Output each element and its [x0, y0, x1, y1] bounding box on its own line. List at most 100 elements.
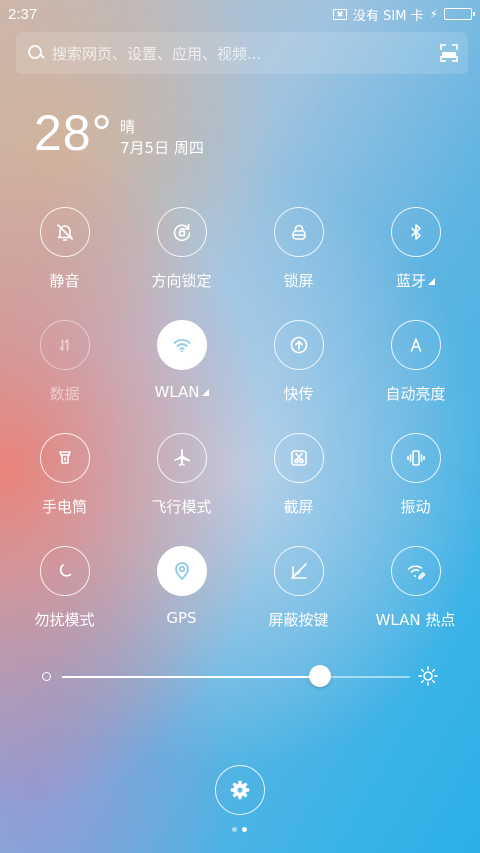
carrier-text: 没有 SIM 卡: [352, 8, 424, 24]
toggle-label: WLAN: [154, 383, 209, 401]
status-indicators: 没有 SIM 卡 ⚡: [332, 5, 475, 24]
toggle-label-text: 静音: [49, 272, 80, 290]
brightness-slider[interactable]: [62, 676, 410, 678]
toggle-label: 快传: [283, 383, 313, 404]
toggle-label-text: GPS: [166, 609, 197, 627]
page-indicator: [232, 827, 247, 832]
toggle-mobile-data: 数据: [6, 320, 123, 404]
moon-icon: [59, 564, 71, 577]
page-dot: [242, 827, 247, 832]
toggle-label: 方向锁定: [151, 270, 211, 291]
toggle-block-keys-button[interactable]: [273, 546, 324, 596]
toggle-label: GPS: [166, 609, 196, 627]
toggle-mobile-data-button: [39, 320, 90, 370]
gps-icon: [174, 562, 189, 580]
page-dot: [232, 827, 237, 832]
toggle-label-text: 截屏: [283, 498, 314, 516]
toggle-flashlight-button[interactable]: [39, 433, 90, 483]
toggle-label: 手电筒: [42, 496, 87, 517]
toggle-label: 飞行模式: [151, 496, 211, 517]
toggle-label-text: 锁屏: [283, 272, 314, 290]
charging-icon: ⚡: [429, 7, 438, 21]
toggle-moon[interactable]: 勿扰模式: [6, 546, 123, 630]
bluetooth-icon: [410, 224, 421, 240]
toggle-label: 振动: [400, 496, 430, 517]
toggle-label: 蓝牙: [396, 270, 435, 291]
toggle-auto-brightness[interactable]: 自动亮度: [357, 320, 474, 404]
toggle-label-text: WLAN: [154, 383, 200, 401]
toggle-lock-button[interactable]: [273, 207, 324, 257]
toggle-bell-off[interactable]: 静音: [6, 207, 123, 291]
toggle-block-keys[interactable]: 屏蔽按键: [240, 546, 357, 630]
toggle-lock[interactable]: 锁屏: [240, 207, 357, 291]
brightness-slider-thumb[interactable]: [308, 665, 331, 687]
toggle-label-text: 自动亮度: [385, 385, 446, 403]
rotation-lock-icon: [173, 223, 190, 242]
toggle-hotspot-button[interactable]: [390, 546, 441, 596]
toggle-label-text: 方向锁定: [151, 272, 212, 290]
toggle-moon-button[interactable]: [39, 546, 90, 596]
settings-button[interactable]: [215, 765, 265, 815]
toggle-label: 数据: [49, 383, 79, 404]
wifi-icon: [173, 339, 190, 352]
brightness-low-icon: [42, 672, 51, 681]
toggle-quick-transfer-button[interactable]: [273, 320, 324, 370]
toggle-label: 锁屏: [283, 270, 313, 291]
screenshot-icon: [290, 450, 307, 466]
toggle-screenshot[interactable]: 截屏: [240, 433, 357, 517]
toggle-airplane-button[interactable]: [156, 433, 207, 483]
vibrate-icon: [406, 450, 425, 466]
toggle-label-text: WLAN 热点: [375, 611, 456, 629]
weather-temperature[interactable]: 28°: [34, 104, 113, 162]
toggle-vibrate[interactable]: 振动: [357, 433, 474, 517]
toggle-flashlight[interactable]: 手电筒: [6, 433, 123, 517]
scan-icon[interactable]: [440, 44, 458, 62]
toggle-screenshot-button[interactable]: [273, 433, 324, 483]
search-bar[interactable]: 搜索网页、设置、应用、视频...: [16, 32, 468, 74]
brightness-slider-fill: [62, 676, 320, 678]
search-icon: [26, 43, 46, 63]
quick-transfer-icon: [290, 336, 307, 354]
toggle-bell-off-button[interactable]: [39, 207, 90, 257]
more-options-icon: [428, 278, 435, 285]
block-keys-icon: [290, 563, 307, 579]
toggle-label-text: 快传: [283, 385, 314, 403]
battery-icon: [444, 8, 475, 20]
toggle-label: 截屏: [283, 496, 313, 517]
mobile-data-icon: [59, 339, 68, 351]
toggle-rotation-lock-button[interactable]: [156, 207, 207, 257]
toggle-auto-brightness-button[interactable]: [390, 320, 441, 370]
lock-icon: [291, 224, 306, 240]
search-input[interactable]: 搜索网页、设置、应用、视频...: [52, 43, 440, 64]
toggle-label: WLAN 热点: [376, 609, 456, 630]
toggle-label-text: 屏蔽按键: [268, 611, 329, 629]
toggle-label-text: 蓝牙: [395, 272, 426, 290]
toggle-gps-button[interactable]: [156, 546, 207, 596]
toggle-rotation-lock[interactable]: 方向锁定: [123, 207, 240, 291]
toggle-gps[interactable]: GPS: [123, 546, 240, 627]
toggle-label-text: 数据: [49, 385, 80, 403]
brightness-high-icon: [418, 666, 438, 686]
toggle-quick-transfer[interactable]: 快传: [240, 320, 357, 404]
no-sim-icon: [332, 8, 347, 20]
toggle-airplane[interactable]: 飞行模式: [123, 433, 240, 517]
toggle-bluetooth[interactable]: 蓝牙: [357, 207, 474, 291]
toggle-label-text: 手电筒: [41, 498, 87, 516]
toggle-bluetooth-button[interactable]: [390, 207, 441, 257]
more-options-icon: [201, 389, 209, 396]
toggle-label-text: 勿扰模式: [34, 611, 95, 629]
toggle-wifi-button[interactable]: [156, 320, 207, 370]
flashlight-icon: [58, 451, 71, 464]
bell-off-icon: [56, 224, 73, 241]
toggle-label: 勿扰模式: [34, 609, 94, 630]
toggle-label-text: 振动: [400, 498, 431, 516]
toggle-label: 屏蔽按键: [268, 609, 328, 630]
toggle-vibrate-button[interactable]: [390, 433, 441, 483]
airplane-icon: [173, 449, 190, 466]
toggle-label: 静音: [49, 270, 79, 291]
toggle-hotspot[interactable]: WLAN 热点: [357, 546, 474, 630]
status-bar: 2:37 没有 SIM 卡 ⚡: [0, 0, 480, 28]
toggle-label-text: 飞行模式: [151, 498, 212, 516]
toggle-wifi[interactable]: WLAN: [123, 320, 240, 401]
toggle-label: 自动亮度: [385, 383, 445, 404]
